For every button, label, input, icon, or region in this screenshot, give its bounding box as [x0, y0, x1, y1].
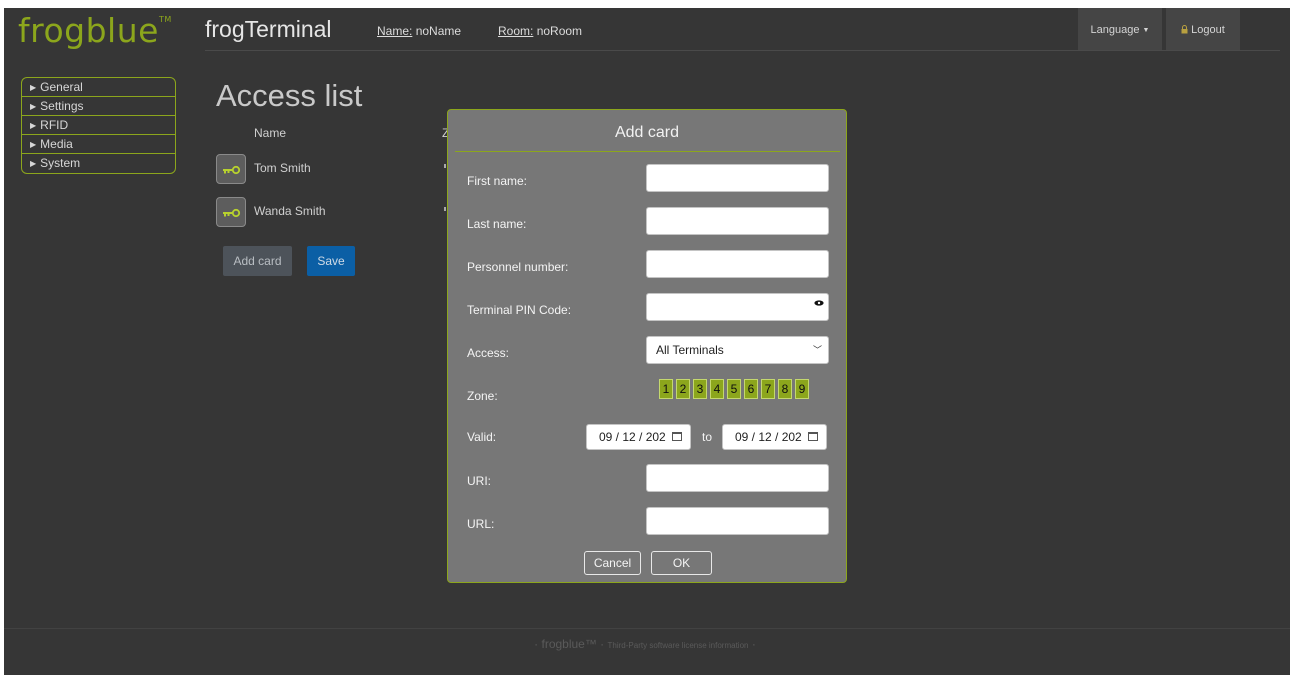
personnel-number-field[interactable] — [646, 250, 829, 278]
app-title: frogTerminal — [205, 16, 332, 42]
triangle-right-icon: ▶ — [30, 83, 37, 92]
zone-button[interactable]: 7 — [761, 379, 775, 399]
header-name-info: Name: noName — [377, 24, 461, 38]
card-key-button[interactable] — [216, 154, 246, 184]
triangle-right-icon: ▶ — [30, 102, 37, 111]
sidebar-item-label: RFID — [40, 118, 69, 132]
url-field[interactable] — [646, 507, 829, 535]
valid-from-value: 09 / 12 / 202 — [599, 430, 666, 444]
sidebar-item-general[interactable]: ▶ General — [22, 78, 175, 97]
footer-brand: · frogblue™ · — [534, 637, 605, 651]
logo-text: frogblue — [18, 11, 159, 50]
uri-label: URI: — [467, 474, 491, 488]
page-title: Access list — [216, 78, 363, 113]
logo-tm: TM — [158, 15, 172, 24]
calendar-icon[interactable] — [808, 432, 818, 441]
sidebar-item-label: Settings — [40, 99, 84, 113]
frogblue-logo: frogblueTM — [18, 14, 172, 47]
zone-button[interactable]: 4 — [710, 379, 724, 399]
sidebar-item-label: General — [40, 80, 83, 94]
column-header-name: Name — [254, 126, 287, 140]
zone-button[interactable]: 6 — [744, 379, 758, 399]
card-key-button[interactable] — [216, 197, 246, 227]
dialog-divider — [455, 151, 840, 152]
logout-label: Logout — [1191, 24, 1225, 36]
valid-to-date-field[interactable]: 09 / 12 / 202 — [722, 424, 827, 450]
footer-divider — [4, 628, 1290, 629]
zone-button[interactable]: 3 — [693, 379, 707, 399]
save-button[interactable]: Save — [307, 246, 355, 276]
lock-icon — [1181, 9, 1188, 54]
footer-dot: · — [751, 637, 756, 651]
sidebar-item-label: Media — [40, 137, 73, 151]
sidebar-item-rfid[interactable]: ▶ RFID — [22, 116, 175, 135]
header-divider — [205, 50, 1280, 51]
uri-field[interactable] — [646, 464, 829, 492]
ok-button[interactable]: OK — [651, 551, 712, 575]
access-select[interactable]: All Terminals ﹀ — [646, 336, 829, 364]
logout-button[interactable]: Logout — [1166, 8, 1240, 50]
license-link[interactable]: Third-Party software license information — [608, 641, 749, 650]
row-name: Tom Smith — [254, 161, 311, 175]
sidebar-item-media[interactable]: ▶ Media — [22, 135, 175, 154]
zone-button[interactable]: 2 — [676, 379, 690, 399]
key-icon — [223, 165, 241, 175]
sidebar-item-system[interactable]: ▶ System — [22, 154, 175, 173]
chevron-down-icon: ﹀ — [812, 345, 822, 355]
name-key: Name: — [377, 24, 413, 38]
row-zone-marker — [444, 207, 446, 211]
caret-down-icon: ▼ — [1142, 27, 1150, 34]
zone-button[interactable]: 8 — [778, 379, 792, 399]
last-name-field[interactable] — [646, 207, 829, 235]
dialog-title: Add card — [614, 124, 680, 141]
valid-to-label: to — [702, 430, 713, 444]
triangle-right-icon: ▶ — [30, 121, 37, 130]
sidebar-item-settings[interactable]: ▶ Settings — [22, 97, 175, 116]
pin-code-field[interactable] — [646, 293, 829, 321]
valid-to-value: 09 / 12 / 202 — [735, 430, 802, 444]
add-card-dialog: Add card First name: Last name: Personne… — [447, 109, 847, 583]
add-card-button[interactable]: Add card — [223, 246, 292, 276]
zone-button[interactable]: 9 — [795, 379, 809, 399]
zone-button[interactable]: 5 — [727, 379, 741, 399]
triangle-right-icon: ▶ — [30, 159, 37, 168]
sidebar-item-label: System — [40, 156, 81, 170]
access-label: Access: — [467, 346, 510, 360]
valid-from-date-field[interactable]: 09 / 12 / 202 — [586, 424, 691, 450]
footer: · frogblue™ · Third-Party software licen… — [0, 637, 1290, 651]
zone-label: Zone: — [467, 389, 498, 403]
zone-button[interactable]: 1 — [659, 379, 673, 399]
room-value: noRoom — [536, 24, 583, 38]
cancel-button[interactable]: Cancel — [584, 551, 641, 575]
access-selected-value: All Terminals — [656, 343, 724, 357]
language-label: Language — [1090, 24, 1140, 36]
triangle-right-icon: ▶ — [30, 140, 37, 149]
pin-code-label: Terminal PIN Code: — [467, 303, 572, 317]
row-zone-marker — [444, 164, 446, 168]
room-key: Room: — [498, 24, 534, 38]
header-room-info: Room: noRoom — [498, 24, 582, 38]
sidebar-nav: ▶ General ▶ Settings ▶ RFID ▶ Media ▶ System — [21, 77, 176, 174]
row-name: Wanda Smith — [254, 204, 326, 218]
valid-label: Valid: — [467, 430, 497, 444]
personnel-number-label: Personnel number: — [467, 260, 569, 274]
name-value: noName — [415, 24, 462, 38]
key-icon — [223, 208, 241, 218]
last-name-label: Last name: — [467, 217, 527, 231]
eye-icon[interactable] — [814, 300, 824, 306]
calendar-icon[interactable] — [672, 432, 682, 441]
first-name-field[interactable] — [646, 164, 829, 192]
language-dropdown-button[interactable]: Language ▼ — [1078, 8, 1162, 50]
url-label: URL: — [467, 517, 495, 531]
first-name-label: First name: — [467, 174, 528, 188]
